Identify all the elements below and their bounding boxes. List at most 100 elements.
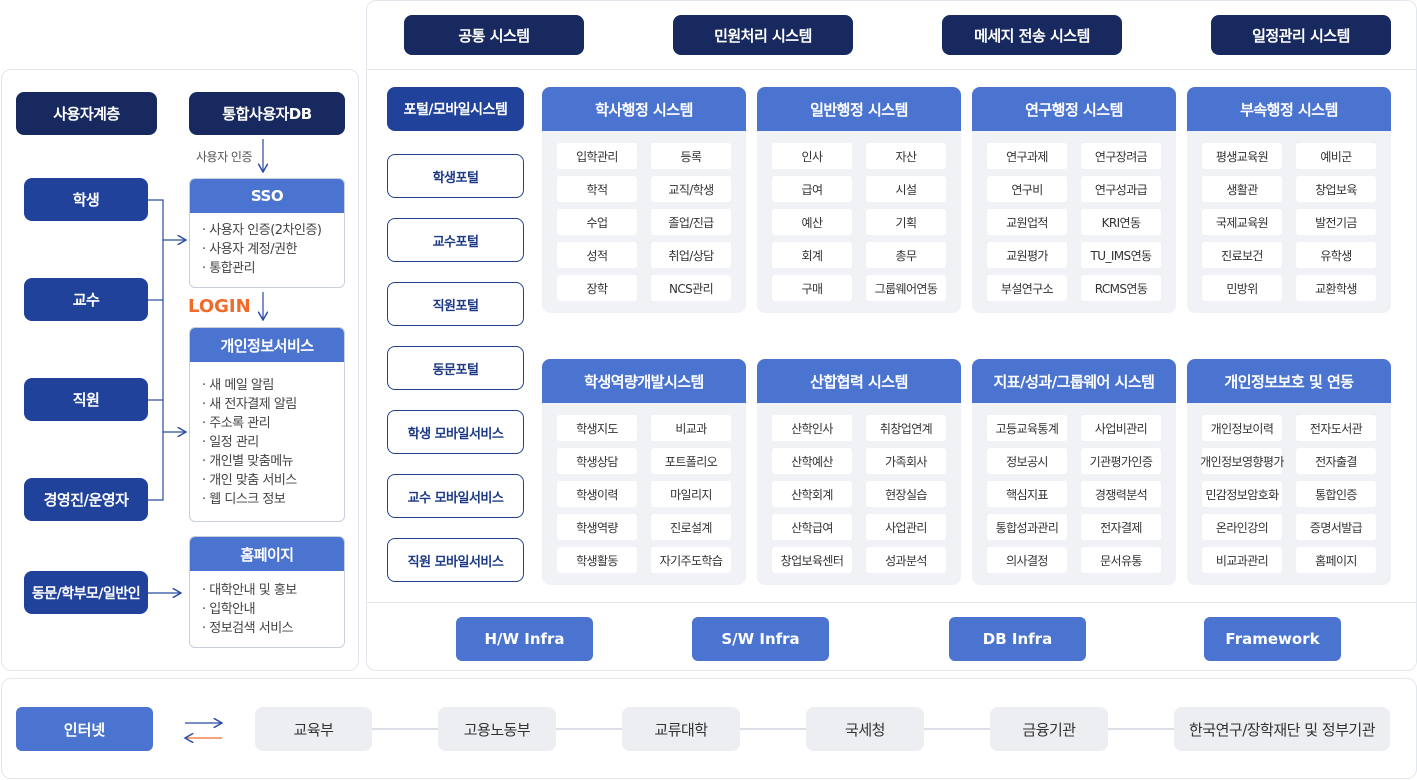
org-ministry-education[interactable]: 교육부	[255, 707, 372, 751]
system-item[interactable]: 문서유통	[1081, 547, 1161, 573]
system-item[interactable]: 예비군	[1296, 143, 1376, 169]
system-item[interactable]: 전자도서관	[1296, 415, 1376, 441]
system-item[interactable]: 가족회사	[866, 448, 946, 474]
system-item[interactable]: 산학예산	[772, 448, 852, 474]
system-item[interactable]: 성적	[557, 242, 637, 268]
system-item[interactable]: 생활관	[1202, 176, 1282, 202]
system-item[interactable]: 창업보육	[1296, 176, 1376, 202]
system-item[interactable]: 등록	[651, 143, 731, 169]
system-item[interactable]: 비교과관리	[1202, 547, 1282, 573]
system-item[interactable]: 의사결정	[987, 547, 1067, 573]
infra-framework[interactable]: Framework	[1204, 617, 1341, 661]
system-item[interactable]: 성과분석	[866, 547, 946, 573]
system-item[interactable]: 시설	[866, 176, 946, 202]
system-item[interactable]: 사업관리	[866, 514, 946, 540]
system-item[interactable]: 교원평가	[987, 242, 1067, 268]
system-item[interactable]: 고등교육통계	[987, 415, 1067, 441]
portal-student-mobile[interactable]: 학생 모바일서비스	[387, 410, 524, 454]
system-item[interactable]: 현장실습	[866, 481, 946, 507]
system-item[interactable]: 산학인사	[772, 415, 852, 441]
system-item[interactable]: 연구비	[987, 176, 1067, 202]
org-exchange-university[interactable]: 교류대학	[622, 707, 740, 751]
system-item[interactable]: 산학회계	[772, 481, 852, 507]
user-student[interactable]: 학생	[24, 178, 148, 221]
infra-db[interactable]: DB Infra	[949, 617, 1086, 661]
org-national-tax-service[interactable]: 국세청	[806, 707, 924, 751]
user-professor[interactable]: 교수	[24, 278, 148, 321]
system-item[interactable]: 자산	[866, 143, 946, 169]
user-alumni-public[interactable]: 동문/학부모/일반인	[24, 571, 148, 614]
system-item[interactable]: 통합인증	[1296, 481, 1376, 507]
system-item[interactable]: KRI연동	[1081, 209, 1161, 235]
system-item[interactable]: 졸업/진급	[651, 209, 731, 235]
org-research-scholarship-government[interactable]: 한국연구/장학재단 및 정부기관	[1174, 707, 1390, 751]
system-item[interactable]: 기관평가인증	[1081, 448, 1161, 474]
system-item[interactable]: 연구과제	[987, 143, 1067, 169]
user-executive[interactable]: 경영진/운영자	[24, 478, 148, 521]
system-item[interactable]: 정보공시	[987, 448, 1067, 474]
portal-professor[interactable]: 교수포털	[387, 218, 524, 262]
system-item[interactable]: 교환학생	[1296, 275, 1376, 301]
system-item[interactable]: 개인정보이력	[1202, 415, 1282, 441]
top-system-common[interactable]: 공통 시스템	[404, 15, 584, 55]
system-item[interactable]: 개인정보영향평가	[1200, 448, 1284, 474]
top-system-schedule[interactable]: 일정관리 시스템	[1211, 15, 1391, 55]
system-item[interactable]: 수업	[557, 209, 637, 235]
system-item[interactable]: 산학급여	[772, 514, 852, 540]
system-item[interactable]: 통합성과관리	[987, 514, 1067, 540]
user-staff[interactable]: 직원	[24, 378, 148, 421]
system-item[interactable]: 자기주도학습	[651, 547, 731, 573]
system-item[interactable]: 교직/학생	[651, 176, 731, 202]
system-item[interactable]: 핵심지표	[987, 481, 1067, 507]
system-item[interactable]: 학생활동	[557, 547, 637, 573]
system-item[interactable]: 취업/상담	[651, 242, 731, 268]
system-item[interactable]: 발전기금	[1296, 209, 1376, 235]
system-item[interactable]: 사업비관리	[1081, 415, 1161, 441]
system-item[interactable]: 학적	[557, 176, 637, 202]
system-item[interactable]: 연구장려금	[1081, 143, 1161, 169]
portal-staff[interactable]: 직원포털	[387, 282, 524, 326]
system-item[interactable]: 학생역량	[557, 514, 637, 540]
system-item[interactable]: 총무	[866, 242, 946, 268]
system-item[interactable]: 진로설계	[651, 514, 731, 540]
system-item[interactable]: 진료보건	[1202, 242, 1282, 268]
system-item[interactable]: 홈페이지	[1296, 547, 1376, 573]
system-item[interactable]: 교원업적	[987, 209, 1067, 235]
infra-sw[interactable]: S/W Infra	[692, 617, 829, 661]
system-item[interactable]: 입학관리	[557, 143, 637, 169]
system-item[interactable]: 그룹웨어연동	[866, 275, 946, 301]
system-item[interactable]: 평생교육원	[1202, 143, 1282, 169]
system-item[interactable]: 구매	[772, 275, 852, 301]
system-item[interactable]: 유학생	[1296, 242, 1376, 268]
system-item[interactable]: RCMS연동	[1081, 275, 1161, 301]
system-item[interactable]: 온라인강의	[1202, 514, 1282, 540]
system-item[interactable]: 급여	[772, 176, 852, 202]
org-financial-institutions[interactable]: 금융기관	[990, 707, 1108, 751]
portal-student[interactable]: 학생포털	[387, 154, 524, 198]
system-item[interactable]: 인사	[772, 143, 852, 169]
top-system-civil[interactable]: 민원처리 시스템	[673, 15, 853, 55]
system-item[interactable]: 회계	[772, 242, 852, 268]
system-item[interactable]: 경쟁력분석	[1081, 481, 1161, 507]
system-item[interactable]: 학생이력	[557, 481, 637, 507]
system-item[interactable]: 장학	[557, 275, 637, 301]
system-item[interactable]: 학생지도	[557, 415, 637, 441]
portal-professor-mobile[interactable]: 교수 모바일서비스	[387, 474, 524, 518]
system-item[interactable]: 예산	[772, 209, 852, 235]
system-item[interactable]: 포트폴리오	[651, 448, 731, 474]
system-item[interactable]: TU_IMS연동	[1081, 242, 1161, 268]
system-item[interactable]: 취창업연계	[866, 415, 946, 441]
system-item[interactable]: 민감정보암호화	[1202, 481, 1282, 507]
system-item[interactable]: 창업보육센터	[772, 547, 852, 573]
infra-hw[interactable]: H/W Infra	[456, 617, 593, 661]
portal-alumni[interactable]: 동문포털	[387, 346, 524, 390]
system-item[interactable]: 마일리지	[651, 481, 731, 507]
system-item[interactable]: 증명서발급	[1296, 514, 1376, 540]
top-system-message[interactable]: 메세지 전송 시스템	[942, 15, 1122, 55]
system-item[interactable]: 기획	[866, 209, 946, 235]
system-item[interactable]: 연구성과급	[1081, 176, 1161, 202]
system-item[interactable]: 전자결제	[1081, 514, 1161, 540]
internet-button[interactable]: 인터넷	[16, 707, 153, 751]
system-item[interactable]: 국제교육원	[1202, 209, 1282, 235]
org-ministry-labor[interactable]: 고용노동부	[438, 707, 556, 751]
